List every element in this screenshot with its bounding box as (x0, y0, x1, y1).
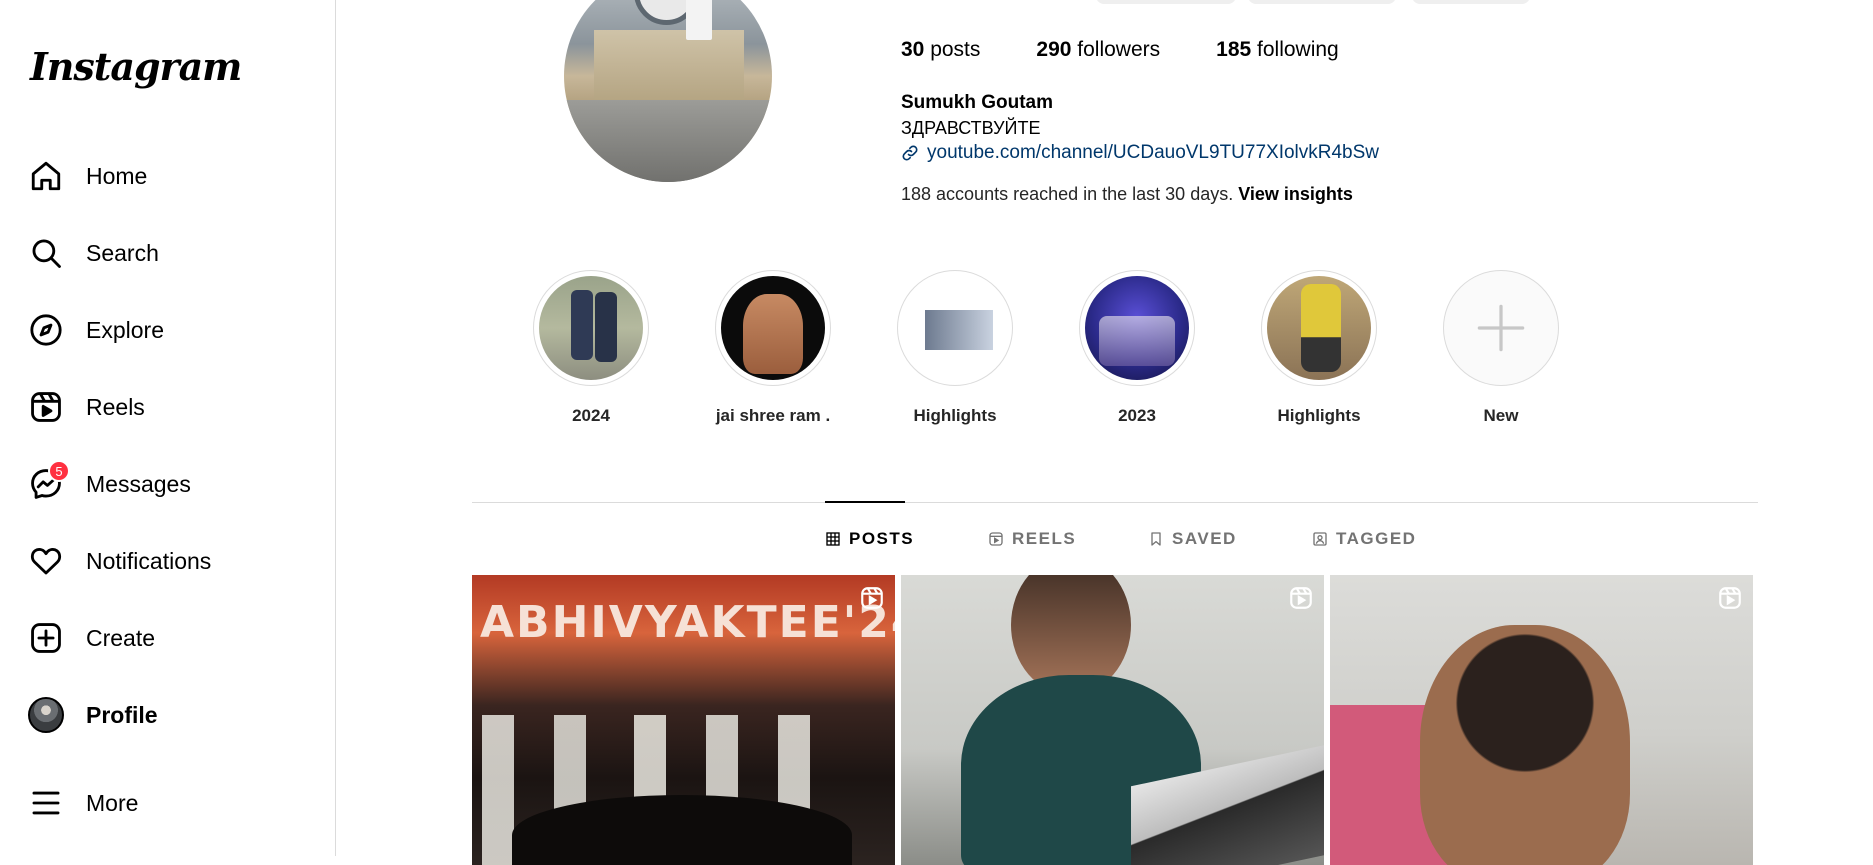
nav-messages[interactable]: 5 Messages (28, 460, 191, 508)
profile-link[interactable]: youtube.com/channel/UCDauoVL9TU77XIolvkR… (901, 142, 1379, 164)
home-icon (28, 158, 64, 194)
nav-home[interactable]: Home (28, 152, 147, 200)
reel-indicator-icon (1717, 585, 1743, 611)
post-thumbnail[interactable] (901, 575, 1324, 865)
profile-bio: ЗДРАВСТВУЙТЕ (901, 118, 1041, 138)
instagram-logo[interactable]: Instagram (30, 44, 242, 89)
view-insights-link[interactable]: View insights (1238, 184, 1353, 204)
bookmark-icon (1148, 531, 1172, 547)
following-stat[interactable]: 185 following (1216, 38, 1339, 62)
followers-stat[interactable]: 290 followers (1036, 38, 1160, 62)
reel-indicator-icon (859, 585, 885, 611)
following-count: 185 (1216, 38, 1252, 61)
highlight-label: Highlights (913, 406, 997, 425)
nav-reels[interactable]: Reels (28, 383, 145, 431)
tab-posts[interactable]: POSTS (825, 529, 914, 549)
highlight-item[interactable]: Highlights (895, 270, 1015, 426)
insights-text: 188 accounts reached in the last 30 days… (901, 184, 1353, 205)
view-archive-button[interactable] (1248, 0, 1396, 4)
messenger-icon: 5 (28, 460, 70, 502)
tab-posts-label: POSTS (849, 529, 915, 548)
grid-icon (825, 531, 849, 547)
insights-summary: 188 accounts reached in the last 30 days… (901, 184, 1239, 204)
nav-label-home: Home (86, 162, 148, 189)
followers-label: followers (1071, 38, 1161, 61)
post-banner-text: ABHIVYAKTEE'24 (480, 597, 895, 648)
followers-count: 290 (1036, 38, 1072, 61)
highlight-label: 2023 (1118, 406, 1156, 425)
highlight-cover (903, 276, 1007, 380)
tab-reels-label: REELS (1012, 529, 1077, 548)
reels-icon (988, 531, 1012, 547)
nav-label-reels: Reels (86, 393, 145, 420)
highlight-cover (539, 276, 643, 380)
highlight-cover (1267, 276, 1371, 380)
nav-profile[interactable]: Profile (28, 691, 158, 739)
highlight-cover (721, 276, 825, 380)
link-icon (901, 144, 927, 162)
nav-more[interactable]: More (28, 779, 138, 827)
highlight-item[interactable]: Highlights (1259, 270, 1379, 426)
profile-stats: 30 posts 290 followers 185 following (901, 38, 1395, 62)
highlight-label: Highlights (1277, 406, 1361, 425)
avatar (28, 697, 64, 733)
ad-tools-button[interactable] (1412, 0, 1530, 4)
nav-label-notifications: Notifications (86, 547, 212, 574)
highlight-item[interactable]: jai shree ram . (713, 270, 833, 426)
following-label: following (1251, 38, 1339, 61)
search-icon (28, 235, 64, 271)
tab-saved[interactable]: SAVED (1148, 529, 1237, 549)
edit-profile-button[interactable] (1096, 0, 1236, 4)
highlight-label: New (1483, 406, 1519, 425)
plus-icon (1449, 276, 1553, 380)
tabs-divider (472, 502, 1758, 503)
reels-icon (28, 389, 64, 425)
posts-count: 30 (901, 38, 925, 61)
hamburger-menu-icon (28, 785, 64, 821)
posts-label: posts (924, 38, 981, 61)
post-thumbnail[interactable]: ABHIVYAKTEE'24 (472, 575, 895, 865)
tab-saved-label: SAVED (1172, 529, 1237, 548)
messages-badge: 5 (48, 460, 70, 482)
highlight-item[interactable]: 2024 (531, 270, 651, 426)
profile-full-name: Sumukh Goutam (901, 92, 1054, 113)
profile-picture[interactable] (564, 0, 772, 182)
nav-search[interactable]: Search (28, 229, 159, 277)
plus-square-icon (28, 620, 64, 656)
nav-label-explore: Explore (86, 316, 164, 343)
nav-label-messages: Messages (86, 470, 191, 497)
tagged-icon (1312, 531, 1336, 547)
tab-reels[interactable]: REELS (988, 529, 1076, 549)
explore-compass-icon (28, 312, 64, 348)
nav-label-profile: Profile (86, 701, 158, 728)
highlight-cover (1085, 276, 1189, 380)
post-thumbnail[interactable] (1330, 575, 1753, 865)
active-tab-indicator (825, 501, 905, 503)
nav-explore[interactable]: Explore (28, 306, 164, 354)
tab-tagged-label: TAGGED (1336, 529, 1417, 548)
reel-indicator-icon (1288, 585, 1314, 611)
new-highlight-button[interactable]: New (1441, 270, 1561, 426)
nav-label-more: More (86, 789, 139, 816)
nav-create[interactable]: Create (28, 614, 155, 662)
profile-link-text: youtube.com/channel/UCDauoVL9TU77XIolvkR… (927, 142, 1380, 163)
highlight-label: 2024 (572, 406, 610, 425)
nav-label-create: Create (86, 624, 156, 651)
nav-label-search: Search (86, 239, 159, 266)
nav-notifications[interactable]: Notifications (28, 537, 211, 585)
highlight-item[interactable]: 2023 (1077, 270, 1197, 426)
heart-icon (28, 543, 64, 579)
posts-stat: 30 posts (901, 38, 980, 62)
sidebar: Instagram Home Search Explore Reels 5 Me… (0, 0, 336, 856)
highlight-label: jai shree ram . (715, 406, 831, 425)
tab-tagged[interactable]: TAGGED (1312, 529, 1416, 549)
